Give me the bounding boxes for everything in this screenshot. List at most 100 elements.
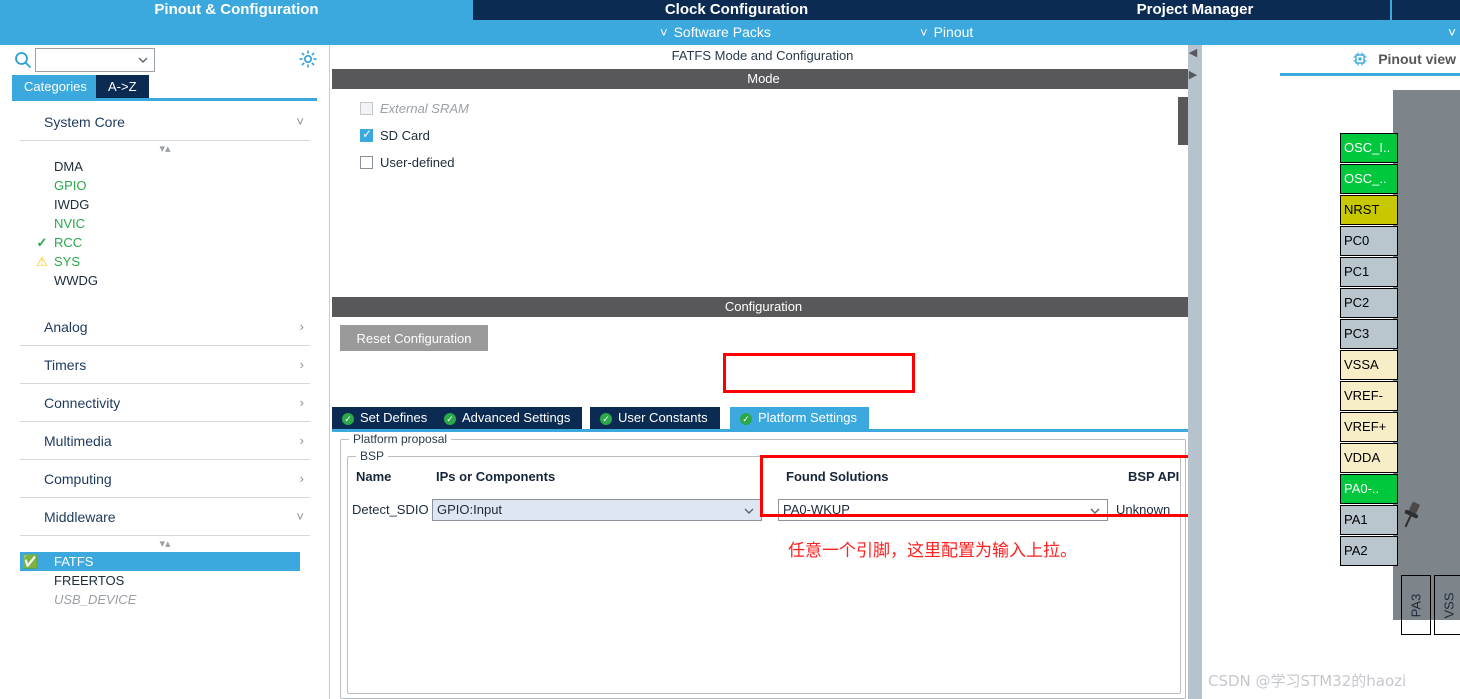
sidebar-group-computing[interactable]: Computing › — [20, 460, 310, 498]
found-solutions-dropdown[interactable]: PA0-WKUP — [778, 499, 1108, 521]
menu-software-packs[interactable]: ˅ Software Packs — [660, 20, 771, 45]
tab-clock-configuration[interactable]: Clock Configuration — [473, 0, 1000, 20]
chevron-down-icon-right[interactable]: ˅ — [1448, 20, 1456, 45]
tab-advanced-settings[interactable]: ✓ Advanced Settings — [434, 407, 584, 429]
pin-pc0[interactable]: PC0 — [1340, 226, 1398, 256]
warning-icon: ⚠ — [36, 254, 48, 269]
sidebar-item-freertos[interactable]: FREERTOS — [0, 571, 330, 590]
sidebar-item-sys[interactable]: ⚠ SYS — [0, 252, 330, 271]
sidebar-group-middleware[interactable]: Middleware ˅ — [20, 498, 310, 536]
left-sidebar: Categories A->Z System Core ˅ ▾▴ DMA GPI… — [0, 45, 330, 699]
tab-set-defines[interactable]: ✓ Set Defines — [332, 407, 441, 429]
sidebar-group-timers[interactable]: Timers › — [20, 346, 310, 384]
pin-pa1[interactable]: PA1 — [1340, 505, 1398, 535]
gear-icon[interactable] — [298, 49, 318, 69]
pin-osc-out[interactable]: OSC_.. — [1340, 164, 1398, 194]
chevron-down-icon: ˅ — [296, 114, 304, 129]
scroll-indicator[interactable]: ▾▴ — [0, 141, 330, 157]
tab-project-manager[interactable]: Project Manager — [1000, 0, 1390, 20]
checkbox-external-sram[interactable]: External SRAM — [360, 99, 469, 119]
tab-platform-settings[interactable]: ✓ Platform Settings — [730, 407, 870, 429]
chevron-down-icon: ˅ — [920, 25, 928, 40]
column-header-ips-or-components: IPs or Components — [436, 469, 556, 484]
middleware-items: ✅ FATFS FREERTOS USB_DEVICE — [0, 552, 330, 609]
sidebar-group-label: Computing — [44, 471, 112, 487]
checkbox-label: External SRAM — [380, 101, 469, 116]
sidebar-item-rcc[interactable]: ✓ RCC — [0, 233, 330, 252]
pinout-tab-underline — [1280, 73, 1460, 76]
ips-or-components-dropdown[interactable]: GPIO:Input — [432, 499, 762, 521]
check-circle-icon: ✓ — [444, 413, 456, 425]
check-circle-icon: ✓ — [740, 413, 752, 425]
checkbox-box-icon — [360, 127, 373, 142]
sidebar-group-multimedia[interactable]: Multimedia › — [20, 422, 310, 460]
sidebar-item-fatfs[interactable]: ✅ FATFS — [20, 552, 300, 571]
pin-pc3[interactable]: PC3 — [1340, 319, 1398, 349]
chevron-down-icon: ˅ — [296, 509, 304, 524]
search-input[interactable] — [36, 49, 132, 71]
pin-pa0-wkup[interactable]: PA0-.. — [1340, 474, 1398, 504]
tab-pinout-and-configuration[interactable]: Pinout & Configuration — [0, 0, 473, 20]
watermark: CSDN @学习STM32的haozi — [1208, 672, 1407, 690]
sidebar-group-analog[interactable]: Analog › — [20, 308, 310, 346]
mcu-die-body — [1393, 90, 1460, 620]
column-header-found-solutions: Found Solutions — [786, 469, 889, 484]
tab-user-constants[interactable]: ✓ User Constants — [590, 407, 721, 429]
checkbox-sd-card[interactable]: SD Card — [360, 126, 430, 146]
tab-a-to-z[interactable]: A->Z — [96, 75, 149, 98]
sidebar-item-wwdg[interactable]: WWDG — [0, 271, 330, 290]
menu-pinout[interactable]: ˅ Pinout — [920, 20, 973, 45]
chip-icon — [1353, 52, 1367, 66]
sidebar-item-nvic[interactable]: NVIC — [0, 214, 330, 233]
sidebar-tabs: Categories A->Z — [0, 75, 330, 100]
panel-edge — [1198, 45, 1202, 699]
checkbox-user-defined[interactable]: User-defined — [360, 153, 454, 173]
component-tree: System Core ˅ ▾▴ DMA GPIO IWDG NVIC ✓ RC… — [0, 103, 330, 699]
configuration-section-body: Reset Configuration ✓ Set Defines ✓ Advanc… — [330, 321, 1195, 699]
panel-splitter[interactable]: ◀ ▶ — [1178, 45, 1198, 699]
sidebar-item-iwdg[interactable]: IWDG — [0, 195, 330, 214]
sidebar-item-label: SYS — [54, 254, 81, 269]
pin-pa3[interactable]: PA3 — [1401, 575, 1431, 635]
pin-pa3-label: PA3 — [1408, 593, 1424, 618]
collapse-left-icon[interactable]: ◀ — [1188, 45, 1198, 61]
pin-pc1[interactable]: PC1 — [1340, 257, 1398, 287]
check-circle-icon: ✓ — [342, 413, 354, 425]
page-title: FATFS Mode and Configuration — [671, 48, 854, 63]
pin-vssa[interactable]: VSSA — [1340, 350, 1398, 380]
scroll-indicator[interactable]: ▾▴ — [0, 536, 330, 552]
sidebar-item-dma[interactable]: DMA — [0, 157, 330, 176]
pin-pa2[interactable]: PA2 — [1340, 536, 1398, 566]
search-combobox[interactable] — [35, 48, 155, 72]
reset-configuration-button[interactable]: Reset Configuration — [340, 325, 488, 351]
pinout-view-panel: Pinout view RCC_OSC_IN RCC_OSC_OUT GPIO_… — [1198, 45, 1460, 699]
sidebar-item-label: NVIC — [54, 216, 86, 231]
sidebar-item-gpio[interactable]: GPIO — [0, 176, 330, 195]
sidebar-item-label: USB_DEVICE — [54, 592, 137, 607]
pin-pc2[interactable]: PC2 — [1340, 288, 1398, 318]
sidebar-group-label: System Core — [44, 114, 125, 130]
ips-or-components-value: GPIO:Input — [437, 502, 503, 517]
pin-vref-minus[interactable]: VREF- — [1340, 381, 1398, 411]
platform-proposal-legend: Platform proposal — [349, 432, 452, 446]
tab-underline — [332, 429, 1193, 432]
collapse-right-icon[interactable]: ▶ — [1188, 67, 1198, 83]
cell-bsp-api: Unknown — [1116, 502, 1171, 517]
tab-pinout-view[interactable]: Pinout view — [1352, 45, 1460, 73]
tab-categories[interactable]: Categories — [12, 75, 99, 98]
pin-vdda[interactable]: VDDA — [1340, 443, 1398, 473]
sidebar-item-label: WWDG — [54, 273, 99, 288]
pin-vss[interactable]: VSS — [1434, 575, 1460, 635]
pin-nrst[interactable]: NRST — [1340, 195, 1398, 225]
sidebar-group-label: Multimedia — [44, 433, 112, 449]
pin-osc-in[interactable]: OSC_I.. — [1340, 133, 1398, 163]
pin-vref-plus[interactable]: VREF+ — [1340, 412, 1398, 442]
tab-label: Set Defines — [360, 410, 428, 425]
bsp-group: BSP Name IPs or Components Found Solutio… — [347, 449, 1181, 694]
chevron-down-icon[interactable] — [136, 52, 150, 68]
sidebar-group-system-core[interactable]: System Core ˅ — [20, 103, 310, 141]
sidebar-group-connectivity[interactable]: Connectivity › — [20, 384, 310, 422]
sidebar-item-usb-device[interactable]: USB_DEVICE — [0, 590, 330, 609]
tab-overflow[interactable] — [1392, 0, 1460, 20]
sidebar-item-label: FATFS — [54, 554, 94, 569]
